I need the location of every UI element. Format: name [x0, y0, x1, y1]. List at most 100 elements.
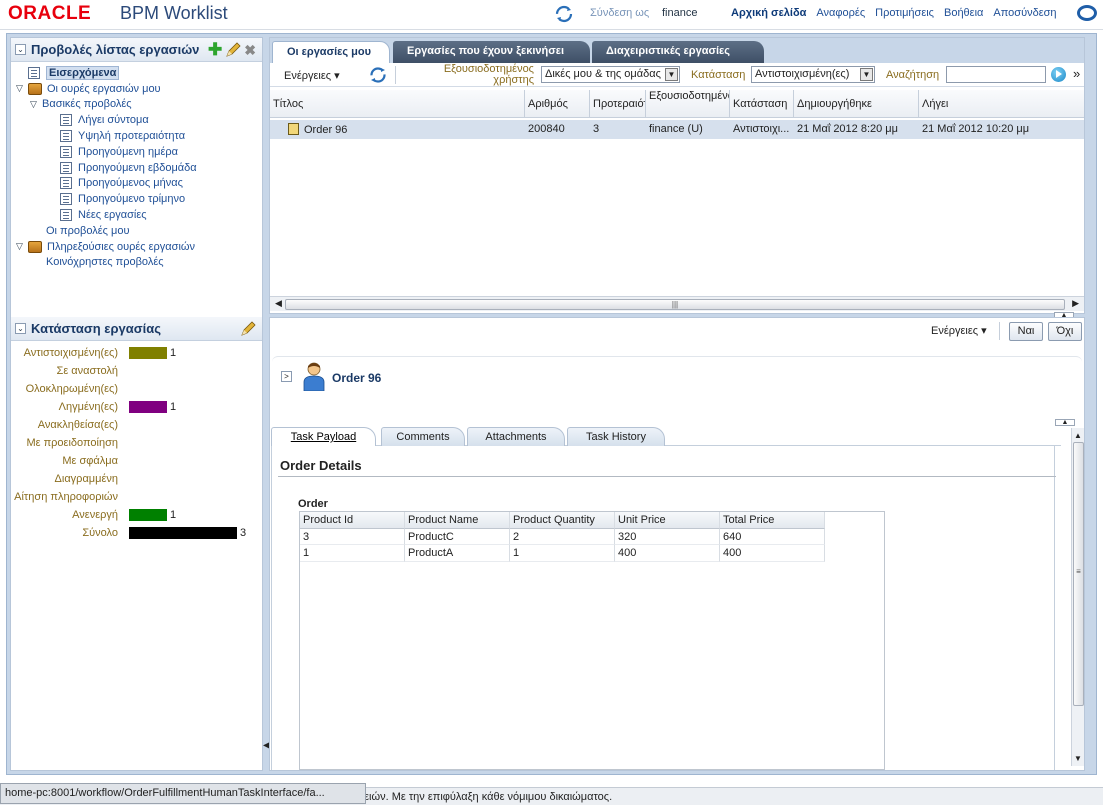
user-icon	[303, 362, 325, 391]
collapse-status-toggle[interactable]: ⌄	[15, 323, 26, 334]
tab-task-history[interactable]: Task History	[567, 427, 665, 446]
tree-item-delegated-queues[interactable]: ▽ Πληρεξούσιες ουρές εργασιών	[11, 239, 262, 255]
status-filter-select[interactable]: Αντιστοιχισμένη(ες) ▼	[751, 66, 875, 83]
tab-initiated-tasks[interactable]: Εργασίες που έχουν ξεκινήσει	[393, 41, 590, 63]
tree-item-previous-month[interactable]: Προηγούμενος μήνας	[11, 176, 262, 192]
status-filter-value: Αντιστοιχισμένη(ες)	[755, 68, 850, 80]
tab-label: Attachments	[485, 431, 547, 443]
expand-icon[interactable]: >	[281, 371, 292, 382]
refresh-icon[interactable]	[555, 5, 573, 23]
tree-item-basic-views[interactable]: ▽ Βασικές προβολές	[11, 97, 262, 113]
status-label[interactable]: Ανενεργή	[11, 509, 129, 521]
tab-comments[interactable]: Comments	[381, 427, 465, 446]
delete-view-icon[interactable]: ✖	[244, 43, 256, 57]
tree-item-label: Πληρεξούσιες ουρές εργασιών	[47, 240, 195, 253]
status-label[interactable]: Διαγραμμένη	[11, 473, 129, 485]
status-row[interactable]: Με σφάλμα	[11, 452, 262, 470]
tree-item-due-soon[interactable]: Λήγει σύντομα	[11, 112, 262, 128]
scroll-up-icon[interactable]: ▲	[1074, 431, 1082, 440]
col-priority[interactable]: Προτεραιότ	[590, 90, 646, 117]
tree-item-label: Υψηλή προτεραιότητα	[78, 130, 186, 143]
status-row[interactable]: Ολοκληρωμένη(ες)	[11, 380, 262, 398]
scroll-down-icon[interactable]: ▼	[1074, 754, 1082, 763]
expanded-triangle-icon[interactable]: ▽	[16, 83, 26, 94]
tree-item-new-tasks[interactable]: Νέες εργασίες	[11, 207, 262, 223]
status-label[interactable]: Ανακληθείσα(ες)	[11, 419, 129, 431]
col-title[interactable]: Τίτλος	[270, 90, 525, 117]
status-label[interactable]: Με σφάλμα	[11, 455, 129, 467]
col-assignee[interactable]: Εξουσιοδοτημένο χρήστης	[646, 90, 730, 117]
expanded-triangle-icon[interactable]: ▽	[30, 99, 40, 110]
edit-status-icon[interactable]	[240, 321, 256, 337]
status-label[interactable]: Ληγμένη(ες)	[11, 401, 129, 413]
refresh-icon[interactable]	[369, 66, 387, 84]
scroll-right-icon[interactable]: ▶	[1072, 298, 1079, 309]
task-grid-header: Τίτλος Αριθμός Προτεραιότ Εξουσιοδοτημέν…	[270, 90, 1084, 118]
col-created[interactable]: Δημιουργήθηκε	[794, 90, 919, 117]
assignee-select[interactable]: Δικές μου & της ομάδας ▼	[541, 66, 680, 83]
search-go-icon[interactable]	[1051, 67, 1066, 82]
col-number[interactable]: Αριθμός	[525, 90, 590, 117]
tab-my-tasks[interactable]: Οι εργασίες μου	[272, 41, 390, 63]
chevron-down-icon[interactable]: ▼	[860, 68, 873, 81]
scroll-thumb[interactable]: |||	[285, 299, 1065, 310]
tree-item-my-queues[interactable]: ▽ Οι ουρές εργασιών μου	[11, 81, 262, 97]
yes-button[interactable]: Ναι	[1009, 322, 1043, 341]
add-view-icon[interactable]: ✚	[208, 41, 222, 58]
no-button[interactable]: Όχι	[1048, 322, 1082, 341]
collapse-views-toggle[interactable]: ⌄	[15, 44, 26, 55]
table-row[interactable]: Order 96 200840 3 finance (U) Αντιστοιχι…	[270, 120, 1084, 139]
cell-title[interactable]: Order 96	[270, 120, 525, 139]
nav-logout[interactable]: Αποσύνδεση	[993, 7, 1056, 19]
vertical-scrollbar[interactable]: ▲ ≡ ▼	[1071, 428, 1084, 766]
tree-item-previous-quarter[interactable]: Προηγούμενο τρίμηνο	[11, 191, 262, 207]
nav-help[interactable]: Βοήθεια	[944, 7, 983, 19]
status-row[interactable]: Ληγμένη(ες) 1	[11, 398, 262, 416]
horizontal-scrollbar[interactable]: ◀ ||| ▶	[270, 296, 1084, 311]
collapse-up-icon[interactable]: ▲	[1055, 419, 1075, 426]
tab-admin-tasks[interactable]: Διαχειριστικές εργασίες	[592, 41, 764, 63]
status-row[interactable]: Ανακληθείσα(ες)	[11, 416, 262, 434]
edit-view-icon[interactable]	[225, 42, 241, 58]
detail-actions-menu[interactable]: Ενέργειες ▾	[931, 324, 987, 337]
tree-item-label: Προηγούμενος μήνας	[78, 177, 183, 190]
status-label[interactable]: Σε αναστολή	[11, 365, 129, 377]
status-row[interactable]: Ανενεργή 1	[11, 506, 262, 524]
cell-unit-price: 320	[615, 528, 720, 545]
status-row[interactable]: Με προειδοποίηση	[11, 434, 262, 452]
status-row[interactable]: Σε αναστολή	[11, 362, 262, 380]
status-label[interactable]: Αντιστοιχισμένη(ες)	[11, 347, 129, 359]
status-label[interactable]: Ολοκληρωμένη(ες)	[11, 383, 129, 395]
actions-menu[interactable]: Ενέργειες ▾	[284, 69, 340, 82]
tree-item-my-views[interactable]: Οι προβολές μου	[11, 223, 262, 239]
tree-item-previous-week[interactable]: Προηγούμενη εβδομάδα	[11, 160, 262, 176]
status-row[interactable]: Σύνολο 3	[11, 524, 262, 542]
col-status[interactable]: Κατάσταση	[730, 90, 794, 117]
status-row[interactable]: Αντιστοιχισμένη(ες) 1	[11, 344, 262, 362]
chevron-down-icon[interactable]: ▼	[665, 68, 678, 81]
search-input[interactable]	[946, 66, 1046, 83]
cell-product-name: ProductA	[405, 545, 510, 562]
status-bar	[129, 509, 167, 521]
expanded-triangle-icon[interactable]: ▽	[16, 241, 26, 252]
overflow-chevron-icon[interactable]: »	[1073, 66, 1080, 81]
status-label[interactable]: Αίτηση πληροφοριών	[11, 491, 129, 503]
left-panel: ⌄ Προβολές λίστας εργασιών ✚ ✖ Εισερχόμε…	[10, 37, 263, 771]
tree-item-high-priority[interactable]: Υψηλή προτεραιότητα	[11, 128, 262, 144]
scroll-left-icon[interactable]: ◀	[275, 298, 282, 309]
nav-home[interactable]: Αρχική σελίδα	[731, 7, 806, 19]
status-label[interactable]: Με προειδοποίηση	[11, 437, 129, 449]
status-row[interactable]: Αίτηση πληροφοριών	[11, 488, 262, 506]
status-row[interactable]: Διαγραμμένη	[11, 470, 262, 488]
status-label[interactable]: Σύνολο	[11, 527, 129, 539]
scroll-thumb[interactable]: ≡	[1073, 442, 1084, 706]
nav-reports[interactable]: Αναφορές	[816, 7, 865, 19]
nav-preferences[interactable]: Προτιμήσεις	[875, 7, 934, 19]
task-title[interactable]: Order 96	[304, 124, 347, 136]
col-expires[interactable]: Λήγει	[919, 90, 1084, 117]
tree-item-shared-views[interactable]: Κοινόχρηστες προβολές	[11, 255, 262, 271]
tree-item-inbox[interactable]: Εισερχόμενα	[11, 65, 262, 81]
tab-attachments[interactable]: Attachments	[467, 427, 565, 446]
tree-item-previous-day[interactable]: Προηγούμενη ημέρα	[11, 144, 262, 160]
tab-task-payload[interactable]: Task Payload	[271, 427, 376, 446]
